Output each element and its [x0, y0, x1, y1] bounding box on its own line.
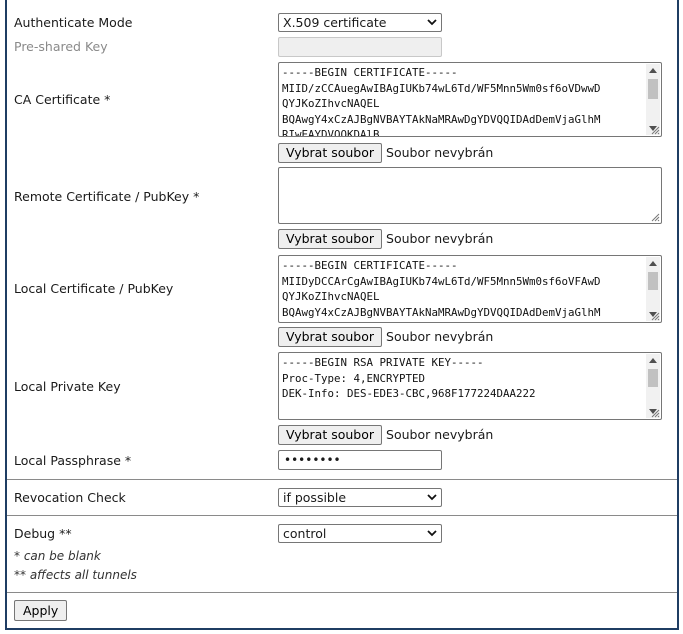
revocation-select[interactable]: if possible: [278, 488, 442, 507]
remote-cert-browse-button[interactable]: Vybrat soubor: [278, 229, 383, 249]
remote-cert-content: [279, 168, 661, 170]
passphrase-label: Local Passphrase *: [14, 453, 132, 468]
psk-label: Pre-shared Key: [14, 39, 108, 54]
ca-cert-label: CA Certificate *: [14, 92, 111, 107]
local-key-browse-button[interactable]: Vybrat soubor: [278, 425, 383, 445]
local-key-label: Local Private Key: [14, 379, 121, 394]
auth-mode-label: Authenticate Mode: [14, 15, 133, 30]
local-cert-browse-button[interactable]: Vybrat soubor: [278, 327, 383, 347]
local-key-file-row: Vybrat soubor Soubor nevybrán: [278, 425, 493, 445]
passphrase-input[interactable]: ••••••••: [278, 450, 442, 470]
local-cert-textarea[interactable]: -----BEGIN CERTIFICATE----- MIIDyDCCArCg…: [278, 255, 662, 323]
ca-cert-content: -----BEGIN CERTIFICATE----- MIID/zCCAueg…: [282, 66, 601, 137]
debug-value: control: [283, 526, 327, 541]
local-cert-file-row: Vybrat soubor Soubor nevybrán: [278, 327, 493, 347]
local-cert-content: -----BEGIN CERTIFICATE----- MIIDyDCCArCg…: [282, 259, 601, 322]
revocation-label: Revocation Check: [14, 490, 126, 505]
chevron-down-icon: [427, 530, 437, 537]
chevron-down-icon: [427, 494, 437, 501]
remote-cert-textarea[interactable]: [278, 167, 662, 224]
remote-cert-file-status: Soubor nevybrán: [386, 231, 494, 246]
section-divider: [7, 592, 677, 593]
scroll-thumb[interactable]: [648, 272, 658, 290]
note-blank: * can be blank: [14, 549, 101, 563]
ca-cert-textarea[interactable]: -----BEGIN CERTIFICATE----- MIID/zCCAueg…: [278, 62, 662, 137]
scroll-up-icon[interactable]: [649, 261, 657, 266]
auth-mode-value: X.509 certificate: [283, 15, 387, 30]
scroll-thumb[interactable]: [648, 79, 658, 99]
ca-cert-file-row: Vybrat soubor Soubor nevybrán: [278, 143, 493, 163]
ca-cert-browse-button[interactable]: Vybrat soubor: [278, 143, 383, 163]
note-tunnels: ** affects all tunnels: [14, 568, 137, 582]
remote-cert-label: Remote Certificate / PubKey *: [14, 189, 200, 204]
scroll-up-icon[interactable]: [649, 358, 657, 363]
scroll-thumb[interactable]: [648, 369, 658, 387]
chevron-down-icon: [427, 19, 437, 26]
local-key-textarea[interactable]: -----BEGIN RSA PRIVATE KEY----- Proc-Typ…: [278, 352, 662, 420]
remote-cert-file-row: Vybrat soubor Soubor nevybrán: [278, 229, 493, 249]
revocation-value: if possible: [283, 490, 347, 505]
ca-cert-file-status: Soubor nevybrán: [386, 145, 494, 160]
local-cert-file-status: Soubor nevybrán: [386, 329, 494, 344]
debug-label: Debug **: [14, 526, 72, 541]
resize-grip-icon[interactable]: [650, 408, 660, 418]
resize-grip-icon[interactable]: [650, 212, 660, 222]
section-divider: [7, 515, 677, 516]
resize-grip-icon[interactable]: [650, 311, 660, 321]
scroll-up-icon[interactable]: [649, 68, 657, 73]
local-key-file-status: Soubor nevybrán: [386, 427, 494, 442]
resize-grip-icon[interactable]: [650, 125, 660, 135]
auth-mode-select[interactable]: X.509 certificate: [278, 13, 442, 32]
apply-button[interactable]: Apply: [14, 600, 68, 621]
section-divider: [7, 479, 677, 480]
debug-select[interactable]: control: [278, 524, 442, 543]
local-cert-label: Local Certificate / PubKey: [14, 281, 174, 296]
psk-input[interactable]: [278, 37, 442, 57]
local-key-content: -----BEGIN RSA PRIVATE KEY----- Proc-Typ…: [282, 356, 536, 400]
